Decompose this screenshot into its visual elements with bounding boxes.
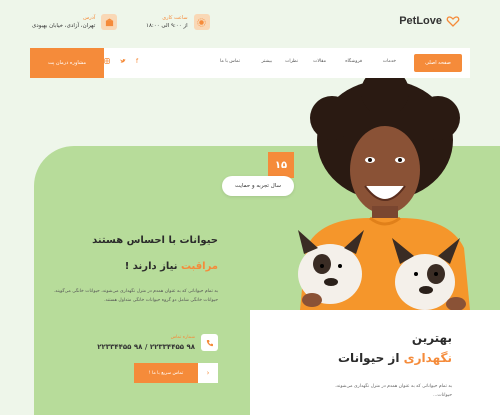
address-value: تهران، آزادی، خیابان بهبودی bbox=[32, 23, 96, 29]
arrow-right-icon[interactable]: › bbox=[198, 363, 218, 383]
nav-item-articles[interactable]: مقالات bbox=[313, 59, 326, 64]
facebook-icon[interactable]: f bbox=[136, 58, 138, 65]
address-title: آدرس bbox=[83, 15, 96, 21]
working-hours: ساعت کاری از ۹:۰۰ الی ۱۸:۰۰ bbox=[146, 14, 210, 30]
card-title-accent: نگهداری bbox=[403, 351, 452, 365]
card-title-line-2: نگهداری از حیوانات bbox=[338, 350, 452, 366]
headline-line-2: مراقبت نیاز دارند ! bbox=[92, 260, 218, 274]
experience-badge: سال تجربه و حمایت bbox=[222, 176, 294, 196]
nav-item-contact[interactable]: تماس با ما bbox=[220, 59, 240, 64]
paw-heart-icon bbox=[446, 16, 460, 27]
phone-icon bbox=[201, 334, 218, 351]
card-title-line-1: بهترین bbox=[411, 331, 452, 345]
consult-button[interactable]: مشاوره درمان پت bbox=[30, 48, 104, 78]
address-info: آدرس تهران، آزادی، خیابان بهبودی bbox=[32, 14, 118, 30]
hours-value: از ۹:۰۰ الی ۱۸:۰۰ bbox=[146, 23, 188, 29]
nav-item-more[interactable]: بیشتر bbox=[262, 59, 272, 64]
card-description: به تمام حیواناتی که به عنوان همدم در منز… bbox=[335, 384, 452, 398]
sun-icon bbox=[193, 14, 210, 30]
hero-description: به تمام حیواناتی که به عنوان همدم در منز… bbox=[53, 289, 218, 303]
experience-years: ۱۵ bbox=[268, 152, 294, 178]
brand-name: PetLove bbox=[399, 15, 442, 27]
contact-info: شماره تماس ۹۸ ۲۲۳۳۴۴۵۵ / ۹۸ ۲۲۳۳۴۴۵۵ bbox=[97, 334, 218, 351]
logo[interactable]: PetLove bbox=[399, 14, 460, 28]
contact-label: شماره تماس bbox=[170, 334, 195, 340]
nav-item-reviews[interactable]: نظرات bbox=[285, 59, 298, 64]
quick-contact-button[interactable]: تماس سریع با ما ! bbox=[134, 363, 198, 383]
info-card: بهترین نگهداری از حیوانات به تمام حیوانا… bbox=[250, 310, 500, 415]
nav-home-button[interactable]: صفحه اصلی bbox=[414, 54, 462, 72]
contact-number[interactable]: ۹۸ ۲۲۳۳۴۴۵۵ / ۹۸ ۲۲۳۳۴۴۵۵ bbox=[97, 343, 195, 351]
nav-item-shop[interactable]: فروشگاه bbox=[345, 59, 362, 64]
twitter-icon[interactable] bbox=[120, 58, 126, 66]
headline-rest: نیاز دارند ! bbox=[124, 261, 181, 272]
instagram-icon[interactable] bbox=[104, 58, 110, 66]
headline-accent: مراقبت bbox=[180, 261, 218, 272]
headline-line-1: حیوانات با احساس هستند bbox=[92, 235, 218, 246]
cta-row: تماس سریع با ما ! › bbox=[134, 363, 218, 383]
card-title: بهترین نگهداری از حیوانات bbox=[338, 330, 452, 366]
main-nav: صفحه اصلی خدمات فروشگاه مقالات نظرات بیش… bbox=[30, 48, 470, 78]
nav-item-services[interactable]: خدمات bbox=[383, 59, 396, 64]
location-icon bbox=[101, 14, 118, 30]
hours-title: ساعت کاری bbox=[162, 15, 188, 21]
card-title-rest: از حیوانات bbox=[338, 351, 404, 365]
top-bar: PetLove ساعت کاری از ۹:۰۰ الی ۱۸:۰۰ آدرس… bbox=[0, 0, 500, 46]
hero-headline: حیوانات با احساس هستند مراقبت نیاز دارند… bbox=[92, 234, 218, 274]
hero-photo bbox=[298, 78, 470, 310]
